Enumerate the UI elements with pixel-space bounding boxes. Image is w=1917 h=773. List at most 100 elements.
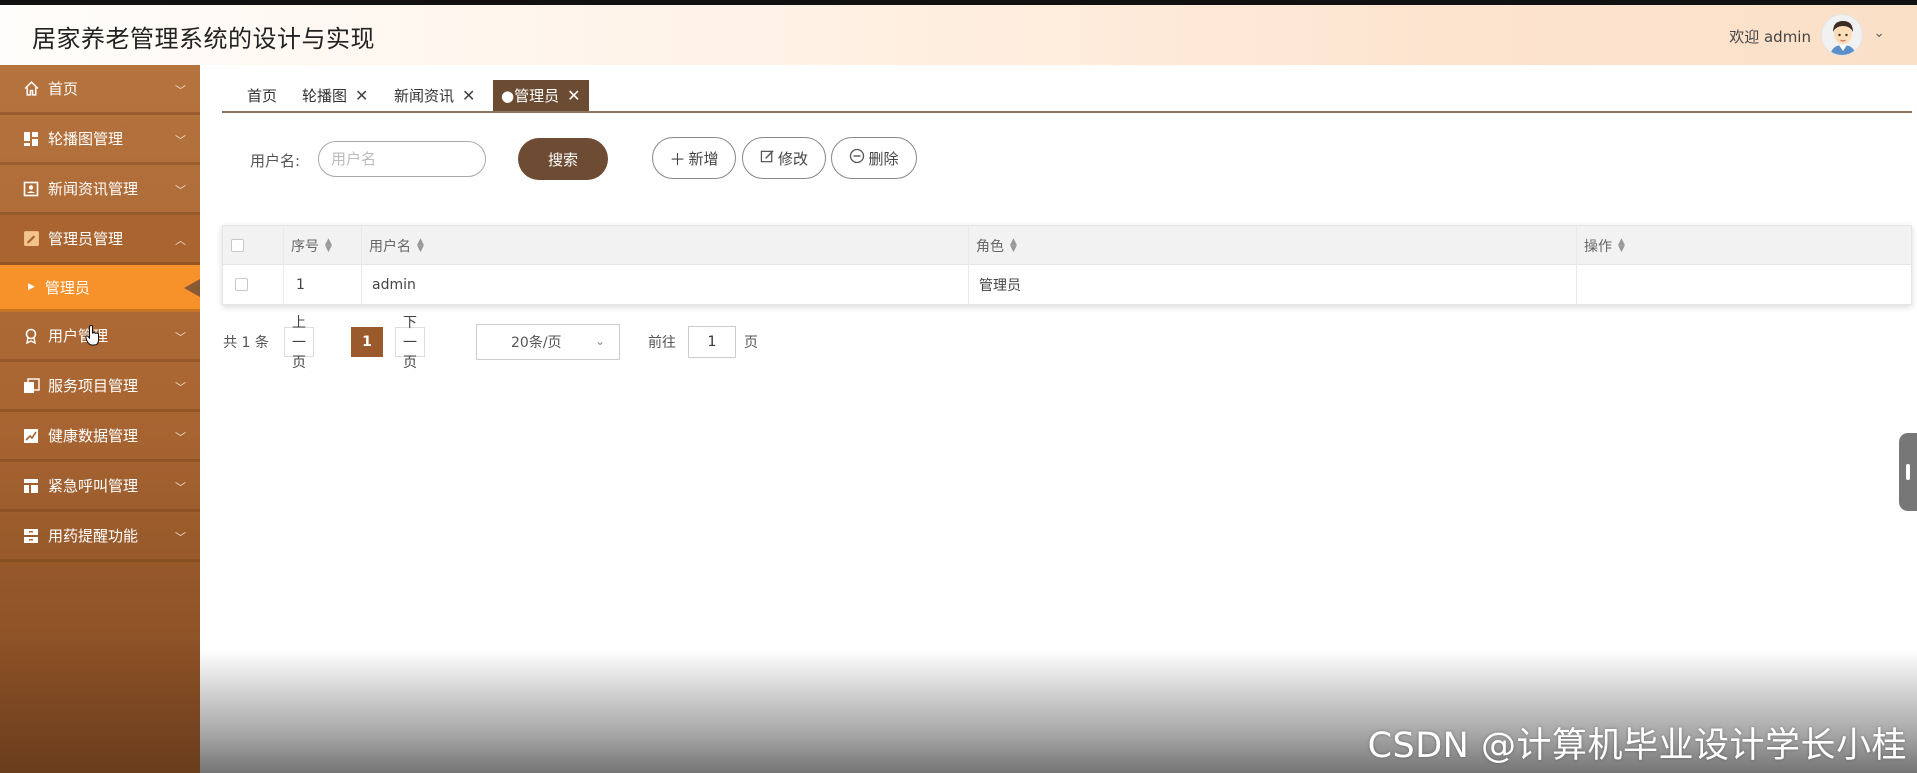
select-all-cell bbox=[223, 226, 284, 265]
row-checkbox[interactable] bbox=[235, 278, 248, 291]
edit-square-icon bbox=[22, 230, 40, 248]
column-label: 操作 bbox=[1584, 238, 1612, 255]
page-unit-label: 页 bbox=[744, 335, 758, 351]
chevron-down-icon: ﹀ bbox=[175, 331, 186, 344]
chevron-down-icon: ﹀ bbox=[175, 84, 186, 97]
delete-button-label: 删除 bbox=[868, 149, 899, 168]
dashboard-icon bbox=[22, 130, 40, 148]
column-header-username[interactable]: 用户名 ▲ ▼ bbox=[362, 226, 969, 265]
username-label: 用户名: bbox=[250, 152, 301, 170]
search-button[interactable]: 搜索 bbox=[518, 138, 608, 180]
sidebar-item-medication[interactable]: 用药提醒功能 ﹀ bbox=[0, 512, 200, 562]
prev-page-button[interactable]: 上一页 bbox=[284, 315, 314, 371]
award-icon bbox=[22, 327, 40, 345]
next-page-button[interactable]: 下一页 bbox=[395, 315, 425, 371]
table-row[interactable]: 1 admin 管理员 bbox=[223, 265, 1911, 304]
handle-grip-icon bbox=[1906, 464, 1910, 480]
tab-label: ●管理员 bbox=[501, 87, 560, 105]
tab-bar: 首页 轮播图 ✕ 新闻资讯 ✕ ●管理员 ✕ bbox=[222, 80, 1912, 113]
row-select-cell bbox=[223, 265, 284, 304]
home-icon bbox=[22, 80, 40, 98]
sidebar-item-services[interactable]: 服务项目管理 ﹀ bbox=[0, 362, 200, 412]
edit-button-label: 修改 bbox=[777, 149, 808, 168]
sidebar-item-emergency[interactable]: 紧急呼叫管理 ﹀ bbox=[0, 462, 200, 512]
chevron-down-icon: ﹀ bbox=[175, 134, 186, 147]
cell-actions bbox=[1577, 265, 1911, 304]
watermark: CSDN @计算机毕业设计学长小桂 bbox=[1367, 726, 1907, 766]
close-icon[interactable]: ✕ bbox=[462, 86, 475, 105]
sidebar-item-label: 轮播图管理 bbox=[48, 130, 124, 148]
delete-button[interactable]: 删除 bbox=[831, 137, 917, 179]
sort-icon[interactable]: ▲ ▼ bbox=[1010, 237, 1017, 253]
page-size-select[interactable]: 20条/页 ⌄ bbox=[476, 324, 620, 360]
welcome-text: 欢迎 admin bbox=[1729, 28, 1811, 46]
cabinet-icon bbox=[22, 527, 40, 545]
column-header-index[interactable]: 序号 ▲ ▼ bbox=[284, 226, 362, 265]
tab-carousel[interactable]: 轮播图 ✕ bbox=[302, 80, 368, 111]
chevron-down-icon[interactable]: ⌄ bbox=[1873, 25, 1885, 41]
sidebar: 首页 ﹀ 轮播图管理 ﹀ 新闻资讯管理 ﹀ 管理员管理 ︿ ▶ 管理员 用户管理… bbox=[0, 65, 200, 773]
sidebar-item-label: 管理员管理 bbox=[48, 230, 124, 248]
sidebar-item-home[interactable]: 首页 ﹀ bbox=[0, 65, 200, 115]
copy-icon bbox=[22, 377, 40, 395]
chevron-down-icon: ﹀ bbox=[175, 184, 186, 197]
app-header: 居家养老管理系统的设计与实现 欢迎 admin ⌄ bbox=[0, 5, 1917, 65]
goto-page-input[interactable]: 1 bbox=[688, 326, 736, 358]
layout-icon bbox=[22, 477, 40, 495]
cell-role: 管理员 bbox=[969, 265, 1577, 304]
column-header-role[interactable]: 角色 ▲ ▼ bbox=[969, 226, 1577, 265]
sidebar-item-news[interactable]: 新闻资讯管理 ﹀ bbox=[0, 165, 200, 215]
data-table: 序号 ▲ ▼ 用户名 ▲ ▼ 角色 ▲ ▼ 操作 ▲ ▼ 1 admin 管理员 bbox=[222, 225, 1912, 305]
tab-label: 首页 bbox=[247, 87, 278, 105]
sort-icon[interactable]: ▲ ▼ bbox=[1618, 237, 1625, 253]
tab-home[interactable]: 首页 bbox=[247, 80, 277, 111]
column-header-actions[interactable]: 操作 ▲ ▼ bbox=[1577, 226, 1911, 265]
chart-square-icon bbox=[22, 427, 40, 445]
sidebar-item-health-data[interactable]: 健康数据管理 ﹀ bbox=[0, 412, 200, 462]
chevron-down-icon: ﹀ bbox=[175, 381, 186, 394]
add-button-label: 新增 bbox=[688, 149, 719, 168]
tab-news[interactable]: 新闻资讯 ✕ bbox=[394, 80, 475, 111]
sidebar-item-admin-management[interactable]: 管理员管理 ︿ bbox=[0, 215, 200, 265]
tab-label: 新闻资讯 bbox=[394, 87, 455, 105]
minus-circle-icon bbox=[849, 148, 865, 168]
cell-username: admin bbox=[362, 265, 969, 304]
sidebar-subitem-admin[interactable]: ▶ 管理员 bbox=[0, 265, 200, 312]
sidebar-item-label: 用药提醒功能 bbox=[48, 527, 139, 545]
sidebar-subitem-label: 管理员 bbox=[44, 278, 90, 297]
contact-card-icon bbox=[22, 180, 40, 198]
side-drawer-handle[interactable] bbox=[1899, 433, 1917, 511]
close-icon[interactable]: ✕ bbox=[355, 86, 368, 105]
column-label: 用户名 bbox=[369, 238, 411, 255]
tab-admin[interactable]: ●管理员 ✕ bbox=[493, 80, 589, 111]
mouse-cursor-icon bbox=[85, 325, 101, 351]
edit-button[interactable]: 修改 bbox=[742, 137, 826, 179]
avatar[interactable] bbox=[1821, 14, 1863, 56]
sidebar-item-label: 首页 bbox=[48, 80, 79, 98]
column-label: 序号 bbox=[291, 238, 319, 255]
sort-icon[interactable]: ▲ ▼ bbox=[325, 237, 332, 253]
add-button[interactable]: ＋ 新增 bbox=[652, 137, 736, 179]
current-page[interactable]: 1 bbox=[351, 327, 383, 357]
plus-icon: ＋ bbox=[669, 150, 686, 169]
app-title: 居家养老管理系统的设计与实现 bbox=[32, 25, 375, 53]
edit-icon bbox=[760, 149, 775, 168]
close-icon[interactable]: ✕ bbox=[567, 86, 580, 105]
page-size-value: 20条/页 bbox=[511, 335, 562, 351]
cell-index: 1 bbox=[284, 265, 362, 304]
sort-icon[interactable]: ▲ ▼ bbox=[417, 237, 424, 253]
chevron-down-icon: ﹀ bbox=[175, 431, 186, 444]
sidebar-item-label: 紧急呼叫管理 bbox=[48, 477, 139, 495]
active-pointer bbox=[184, 279, 200, 297]
select-all-checkbox[interactable] bbox=[231, 239, 244, 252]
chevron-down-icon: ﹀ bbox=[175, 481, 186, 494]
goto-label: 前往 bbox=[648, 335, 676, 351]
sidebar-item-label: 服务项目管理 bbox=[48, 377, 139, 395]
total-count: 共 1 条 bbox=[223, 335, 269, 351]
sidebar-item-label: 健康数据管理 bbox=[48, 427, 139, 445]
sidebar-item-carousel[interactable]: 轮播图管理 ﹀ bbox=[0, 115, 200, 165]
username-search-input[interactable] bbox=[318, 141, 486, 177]
chevron-down-icon: ﹀ bbox=[175, 531, 186, 544]
column-label: 角色 bbox=[976, 238, 1004, 255]
user-avatar-icon bbox=[1822, 15, 1862, 55]
